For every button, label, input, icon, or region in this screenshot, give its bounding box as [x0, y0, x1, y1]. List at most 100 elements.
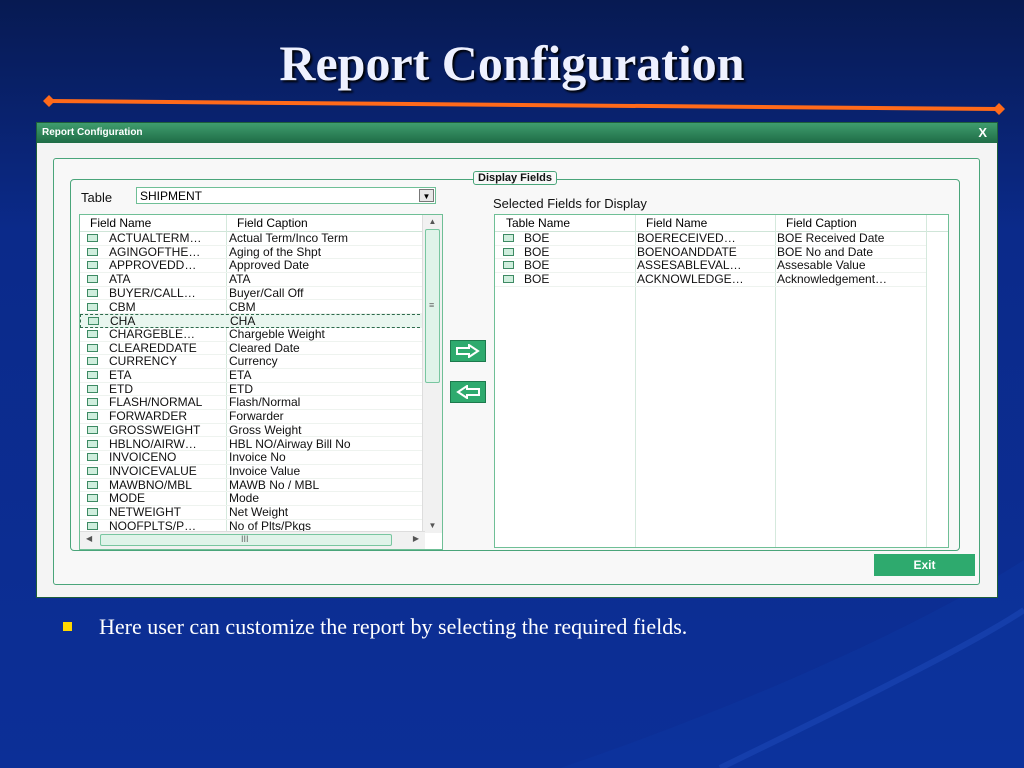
row-checkbox[interactable] — [87, 302, 98, 311]
table-row[interactable]: FLASH/NORMAL Flash/Normal — [80, 396, 425, 411]
row-checkbox[interactable] — [503, 275, 514, 284]
table-row[interactable]: INVOICENO Invoice No — [80, 451, 425, 465]
scroll-right-icon[interactable]: ▶ — [413, 534, 419, 543]
selected-fields-grid[interactable]: Table Name Field Name Field Caption BOE B… — [494, 214, 949, 548]
add-field-button[interactable] — [450, 340, 486, 362]
scroll-thumb[interactable]: ≡ — [425, 229, 440, 383]
outer-panel: Display Fields Table SHIPMENT ▼ Field Na… — [53, 158, 980, 585]
row-checkbox[interactable] — [87, 480, 98, 489]
field-name-cell: ASSESABLEVAL… — [637, 259, 742, 273]
row-checkbox[interactable] — [87, 398, 98, 407]
table-row[interactable]: INVOICEVALUE Invoice Value — [80, 465, 425, 479]
slide-title: Report Configuration — [279, 35, 745, 91]
scroll-up-icon[interactable]: ▲ — [423, 215, 442, 229]
row-checkbox[interactable] — [87, 412, 98, 421]
table-row[interactable]: CHARGEBLE… Chargeble Weight — [80, 328, 425, 342]
row-checkbox[interactable] — [87, 357, 98, 366]
table-row[interactable]: CURRENCY Currency — [80, 355, 425, 369]
field-caption-cell: Approved Date — [229, 259, 310, 273]
row-checkbox[interactable] — [503, 247, 514, 256]
field-name-cell: AGINGOFTHE… — [109, 245, 201, 259]
table-row[interactable]: NETWEIGHT Net Weight — [80, 506, 425, 520]
hscroll-thumb[interactable]: III — [100, 534, 392, 546]
field-caption-cell: CBM — [229, 300, 256, 314]
table-row[interactable]: ETD ETD — [80, 383, 425, 397]
chevron-down-icon[interactable]: ▼ — [419, 189, 434, 202]
row-checkbox[interactable] — [87, 494, 98, 503]
table-row[interactable]: AGINGOFTHE… Aging of the Shpt — [80, 246, 425, 260]
field-name-cell: HBLNO/AIRW… — [109, 437, 197, 451]
row-checkbox[interactable] — [87, 343, 98, 352]
row-checkbox[interactable] — [87, 521, 98, 530]
field-name-cell: BOERECEIVED… — [637, 232, 736, 245]
remove-field-button[interactable] — [450, 381, 486, 403]
scroll-down-icon[interactable]: ▼ — [423, 519, 442, 533]
row-checkbox[interactable] — [87, 439, 98, 448]
row-checkbox[interactable] — [87, 425, 98, 434]
table-row[interactable]: ETA ETA — [80, 369, 425, 383]
table-select-value: SHIPMENT — [140, 189, 203, 203]
table-row[interactable]: CHA CHA — [80, 314, 425, 328]
table-row[interactable]: CLEAREDDATE Cleared Date — [80, 342, 425, 356]
table-row[interactable]: BOE BOERECEIVED… BOE Received Date — [495, 232, 926, 246]
table-row[interactable]: ATA ATA — [80, 273, 425, 287]
field-name-cell: APPROVEDD… — [109, 259, 197, 273]
table-row[interactable]: ACTUALTERM… Actual Term/Inco Term — [80, 232, 425, 246]
table-label: Table — [81, 190, 113, 205]
selected-fields-label: Selected Fields for Display — [493, 196, 647, 211]
table-row[interactable]: BOE BOENOANDDATE BOE No and Date — [495, 245, 926, 260]
row-checkbox[interactable] — [87, 275, 98, 284]
table-row[interactable]: APPROVEDD… Approved Date — [80, 259, 425, 274]
row-checkbox[interactable] — [87, 234, 98, 242]
header-field-caption[interactable]: Field Caption — [237, 216, 308, 230]
table-select[interactable]: SHIPMENT ▼ — [136, 187, 436, 204]
table-row[interactable]: FORWARDER Forwarder — [80, 410, 425, 424]
available-fields-grid[interactable]: Field Name Field Caption ACTUALTERM… Actu… — [79, 214, 443, 550]
row-checkbox[interactable] — [87, 384, 98, 393]
display-fields-group: Display Fields Table SHIPMENT ▼ Field Na… — [70, 171, 960, 551]
row-checkbox[interactable] — [87, 261, 98, 270]
arrow-right-icon — [456, 343, 480, 359]
table-row[interactable]: BOE ASSESABLEVAL… Assesable Value — [495, 258, 926, 274]
horizontal-scrollbar[interactable]: ◀ III ▶ — [80, 531, 425, 549]
row-checkbox[interactable] — [503, 261, 514, 270]
scroll-left-icon[interactable]: ◀ — [86, 534, 92, 543]
table-row[interactable]: GROSSWEIGHT Gross Weight — [80, 424, 425, 438]
header-table-name[interactable]: Table Name — [506, 216, 570, 230]
row-checkbox[interactable] — [87, 453, 98, 462]
row-checkbox[interactable] — [87, 466, 98, 475]
exit-label: Exit — [913, 558, 936, 572]
exit-button[interactable]: Exit — [874, 554, 975, 576]
vertical-scrollbar[interactable]: ▲ ≡ ▼ — [422, 215, 442, 533]
field-caption-cell: Aging of the Shpt — [229, 245, 322, 259]
table-row[interactable]: CBM CBM — [80, 301, 425, 315]
header-field-name-right[interactable]: Field Name — [646, 216, 707, 230]
header-field-name[interactable]: Field Name — [90, 216, 151, 230]
table-row[interactable]: MAWBNO/MBL MAWB No / MBL — [80, 479, 425, 493]
row-checkbox[interactable] — [87, 288, 98, 297]
header-field-caption-right[interactable]: Field Caption — [786, 216, 857, 230]
field-name-cell: INVOICEVALUE — [109, 464, 197, 478]
row-checkbox[interactable] — [87, 247, 98, 256]
field-caption-cell: Actual Term/Inco Term — [229, 232, 348, 245]
row-checkbox[interactable] — [87, 371, 98, 379]
row-checkbox[interactable] — [87, 508, 98, 516]
table-row[interactable]: MODE Mode — [80, 492, 425, 506]
report-config-window: Report Configuration X Display Fields Ta… — [36, 122, 998, 598]
field-name-cell: MAWBNO/MBL — [109, 478, 192, 492]
row-checkbox[interactable] — [503, 234, 514, 242]
field-name-cell: NETWEIGHT — [109, 506, 181, 519]
row-checkbox[interactable] — [88, 317, 99, 326]
field-caption-cell: Forwarder — [229, 410, 284, 424]
field-caption-cell: Acknowledgement… — [777, 273, 888, 287]
table-name-cell: BOE — [524, 258, 550, 273]
close-icon[interactable]: X — [978, 125, 987, 140]
field-caption-cell: Gross Weight — [229, 423, 302, 437]
field-caption-cell: Flash/Normal — [229, 396, 301, 410]
table-row[interactable]: BOE ACKNOWLEDGE… Acknowledgement… — [495, 273, 926, 287]
bullet-text: Here user can customize the report by se… — [99, 614, 688, 639]
table-row[interactable]: BUYER/CALL… Buyer/Call Off — [80, 287, 425, 301]
row-checkbox[interactable] — [87, 329, 98, 338]
field-caption-cell: Assesable Value — [777, 259, 866, 273]
table-row[interactable]: HBLNO/AIRW… HBL NO/Airway Bill No — [80, 438, 425, 452]
